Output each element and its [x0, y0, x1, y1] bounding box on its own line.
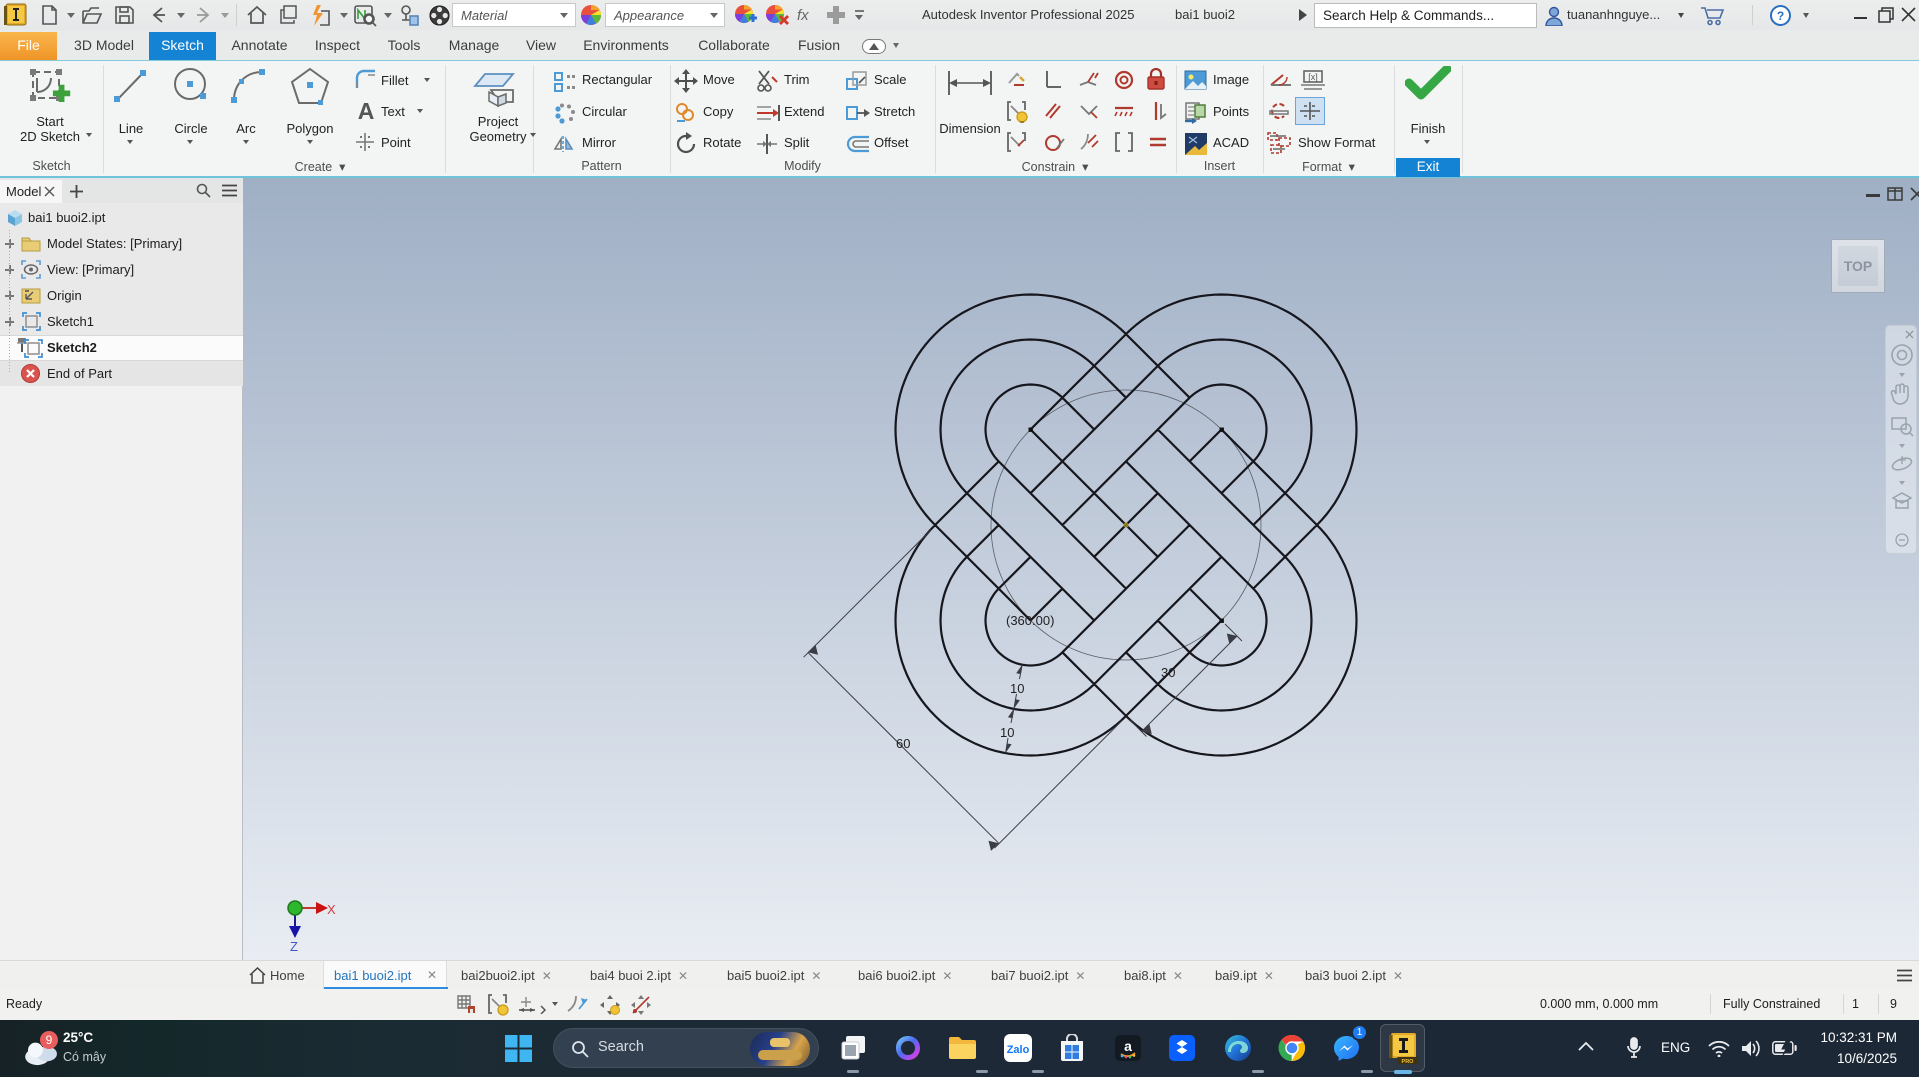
svg-text:a: a [1124, 1038, 1132, 1054]
svg-text:?: ? [1777, 9, 1784, 23]
svg-text:A: A [358, 99, 375, 123]
svg-text:10: 10 [1000, 725, 1014, 740]
svg-text:(360.00): (360.00) [1006, 613, 1054, 628]
svg-text:Zalo: Zalo [1007, 1044, 1030, 1056]
svg-text:PRO: PRO [1402, 1059, 1415, 1064]
svg-text:30: 30 [1161, 665, 1175, 680]
svg-text:X: X [327, 902, 336, 917]
svg-text:[x]: [x] [1308, 72, 1318, 82]
svg-text:60: 60 [896, 736, 910, 751]
svg-text:Z: Z [290, 939, 298, 954]
svg-text:10: 10 [1010, 681, 1024, 696]
